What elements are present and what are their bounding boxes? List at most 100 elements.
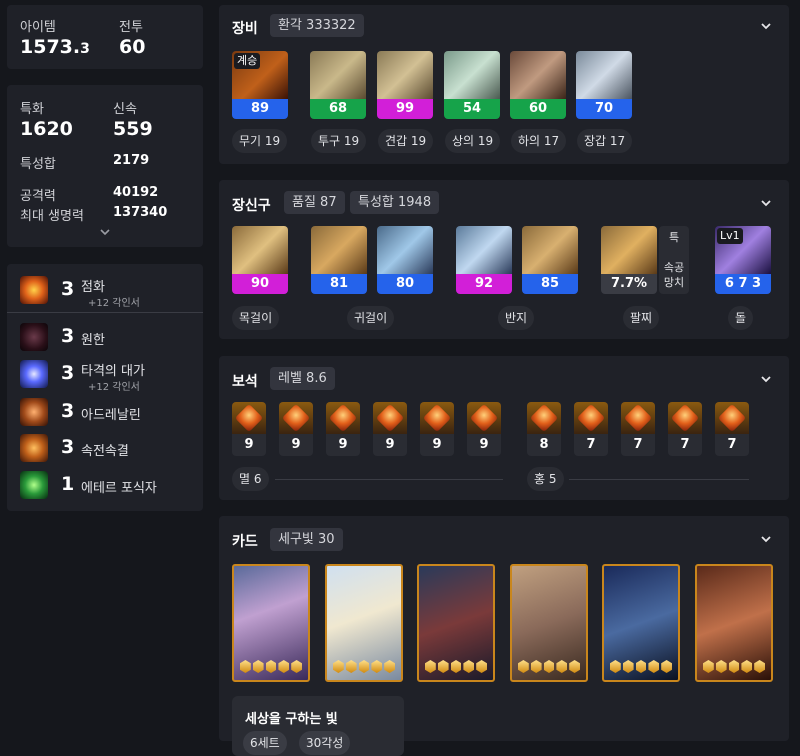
engraving-name: 속전속결 — [81, 444, 129, 459]
cards-title: 카드 — [232, 534, 258, 550]
equipment-weapon[interactable]: 계승 89 — [232, 51, 288, 119]
accessory-quality: 81 — [311, 274, 367, 294]
chest-icon — [444, 51, 500, 99]
gem-crimson[interactable]: 7 — [715, 402, 749, 456]
gem-doom[interactable]: 9 — [279, 402, 313, 456]
spec-value: 1620 — [20, 118, 73, 140]
ring-icon — [522, 226, 578, 274]
quality-value: 54 — [444, 99, 500, 119]
accessories-panel: 장신구 품질 87 특성합 1948 90 81 80 92 85 7.7% 특… — [219, 180, 789, 339]
bracelet-effects: 특 속공 망치 — [659, 226, 689, 294]
engraving-count: 3 — [61, 362, 75, 384]
gem-doom[interactable]: 9 — [467, 402, 501, 456]
stone-values: 6 7 3 — [715, 274, 771, 294]
awaken-stars — [610, 660, 672, 674]
card-2[interactable] — [325, 564, 403, 682]
gem-doom[interactable]: 9 — [373, 402, 407, 456]
gem-level: 7 — [621, 434, 655, 456]
equipment-gloves[interactable]: 70 — [576, 51, 632, 119]
awaken-stars — [240, 660, 302, 674]
awaken-stars — [703, 660, 765, 674]
engraving-count: 3 — [61, 400, 75, 422]
divider — [7, 312, 203, 313]
engraving-row[interactable]: 3 점화 +12 각인서 — [7, 272, 203, 309]
accessory-ring-2[interactable]: 85 — [522, 226, 578, 294]
accessory-label: 팔찌 — [623, 306, 660, 330]
helmet-icon — [310, 51, 366, 99]
divider — [569, 479, 749, 480]
card-4[interactable] — [510, 564, 588, 682]
expand-chevron-icon[interactable] — [99, 227, 111, 237]
gem-level-tag: 레벨 8.6 — [270, 367, 335, 390]
gem-level: 9 — [232, 434, 266, 456]
quality-value: 99 — [377, 99, 433, 119]
item-level-value: 1573.3 — [20, 36, 90, 58]
weapon-icon: 계승 — [232, 51, 288, 99]
accessory-stat-tag: 특성합 1948 — [350, 191, 440, 214]
card-1[interactable] — [232, 564, 310, 682]
accessory-stone[interactable]: Lv1 6 7 3 — [715, 226, 771, 294]
accessory-bracelet[interactable]: 7.7% — [601, 226, 657, 294]
card-6[interactable] — [695, 564, 773, 682]
chevron-down-icon[interactable] — [759, 372, 773, 386]
equipment-set-tag: 환각 333322 — [270, 14, 364, 37]
equipment-shoulder[interactable]: 99 — [377, 51, 433, 119]
gem-crimson[interactable]: 7 — [668, 402, 702, 456]
equipment-chest[interactable]: 54 — [444, 51, 500, 119]
gem-icon — [326, 402, 360, 434]
gem-level: 9 — [420, 434, 454, 456]
gem-level: 7 — [715, 434, 749, 456]
gem-crimson[interactable]: 7 — [621, 402, 655, 456]
gem-crimson[interactable]: 8 — [527, 402, 561, 456]
quality-value: 89 — [232, 99, 288, 119]
chevron-down-icon[interactable] — [759, 532, 773, 546]
equipment-helmet[interactable]: 68 — [310, 51, 366, 119]
card-5[interactable] — [602, 564, 680, 682]
engraving-row[interactable]: 1 에테르 포식자 — [7, 467, 203, 503]
accessory-quality: 90 — [232, 274, 288, 294]
equipment-label: 견갑 19 — [378, 129, 434, 153]
gem-crimson[interactable]: 7 — [574, 402, 608, 456]
card-awaken-total: 30각성 — [299, 731, 351, 755]
engraving-row[interactable]: 3 원한 — [7, 319, 203, 355]
equipment-panel: 장비 환각 333322 계승 89 68 99 54 60 70 무기 19 … — [219, 5, 789, 164]
necklace-icon — [232, 226, 288, 274]
equipment-label: 투구 19 — [311, 129, 367, 153]
divider — [275, 479, 503, 480]
accessory-earring-1[interactable]: 81 — [311, 226, 367, 294]
hit-master-icon — [20, 360, 48, 388]
total-stat-label: 특성합 — [20, 157, 56, 172]
attack-label: 공격력 — [20, 189, 56, 204]
gem-icon — [621, 402, 655, 434]
engraving-row[interactable]: 3 타격의 대가 +12 각인서 — [7, 356, 203, 393]
succession-badge: 계승 — [234, 53, 261, 69]
grudge-icon — [20, 323, 48, 351]
awaken-stars — [425, 660, 487, 674]
equipment-label: 상의 19 — [445, 129, 501, 153]
equipment-label: 하의 17 — [511, 129, 567, 153]
gem-icon — [715, 402, 749, 434]
accessory-earring-2[interactable]: 80 — [377, 226, 433, 294]
card-set-box: 세상을 구하는 빛 6세트 30각성 — [232, 696, 404, 756]
engravings-panel: 3 점화 +12 각인서 3 원한 3 타격의 대가 +12 각인서 3 아드레… — [7, 264, 203, 511]
gem-doom[interactable]: 9 — [420, 402, 454, 456]
chevron-down-icon[interactable] — [759, 196, 773, 210]
equipment-pants[interactable]: 60 — [510, 51, 566, 119]
accessory-necklace[interactable]: 90 — [232, 226, 288, 294]
gem-icon — [279, 402, 313, 434]
gem-icon — [467, 402, 501, 434]
gem-doom[interactable]: 9 — [326, 402, 360, 456]
awaken-stars — [333, 660, 395, 674]
engraving-row[interactable]: 3 속전속결 — [7, 430, 203, 466]
accessory-ring-1[interactable]: 92 — [456, 226, 512, 294]
engraving-name: 타격의 대가 — [81, 364, 145, 379]
accessory-quality: 80 — [377, 274, 433, 294]
engraving-row[interactable]: 3 아드레날린 — [7, 394, 203, 430]
stats-panel: 특화 1620 신속 559 특성합 2179 공격력 40192 최대 생명력… — [7, 85, 203, 247]
gem-group-label: 멸 6 — [232, 467, 269, 491]
card-3[interactable] — [417, 564, 495, 682]
chevron-down-icon[interactable] — [759, 19, 773, 33]
gem-icon — [527, 402, 561, 434]
gem-doom[interactable]: 9 — [232, 402, 266, 456]
gems-panel: 보석 레벨 8.6 9 9 9 9 9 9 8 7 7 7 7 멸 6 홍 5 — [219, 356, 789, 500]
